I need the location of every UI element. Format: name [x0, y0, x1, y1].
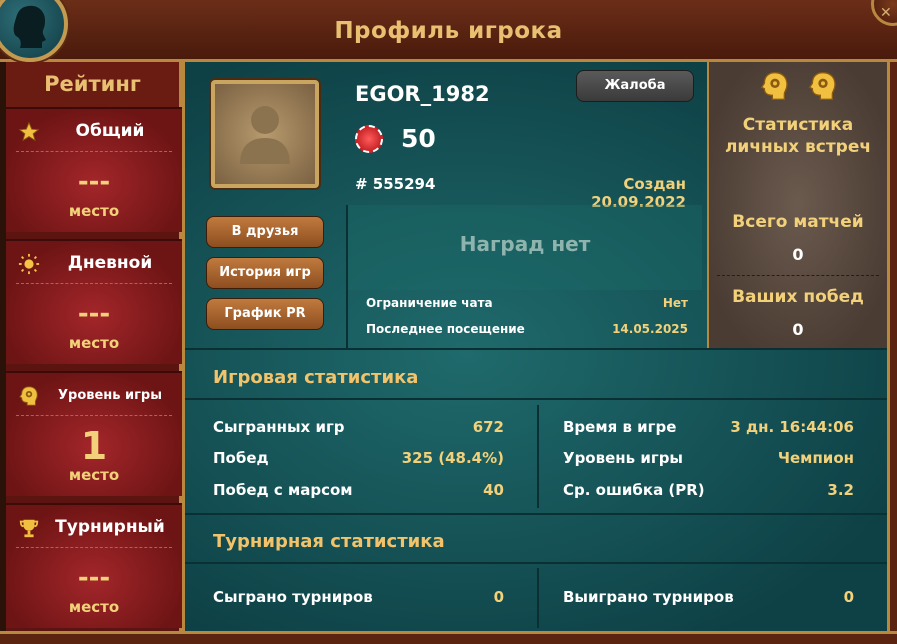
awards-area: Наград нет [346, 205, 702, 290]
poker-chip-icon [355, 125, 383, 153]
game-stats-title: Игровая статистика [213, 367, 419, 388]
rating-overall-value: --- [77, 167, 111, 197]
profile-info: Ограничение чата Нет Последнее посещение… [346, 290, 702, 348]
stat-time-played: Время в игре 3 дн. 16:44:06 [563, 418, 854, 440]
divider [185, 562, 887, 564]
column-divider [537, 405, 539, 508]
head-to-head-panel: Статистика личных встреч Всего матчей 0 … [707, 62, 887, 348]
stat-value: 40 [483, 481, 504, 499]
info-key: Ограничение чата [366, 296, 493, 310]
close-icon: ✕ [880, 5, 892, 21]
right-frame [887, 62, 897, 644]
tournament-stats-title: Турнирная статистика [213, 531, 445, 552]
rating-tournament-place: место [68, 598, 120, 616]
player-rating: 50 [401, 124, 436, 153]
stat-avg-error: Ср. ошибка (PR) 3.2 [563, 481, 854, 503]
divider [185, 513, 887, 515]
divider [16, 151, 172, 152]
info-value: 14.05.2025 [612, 322, 688, 336]
stat-key: Побед [213, 449, 269, 467]
rating-level[interactable]: Уровень игры 1 место [6, 371, 182, 496]
chat-restriction-row: Ограничение чата Нет [366, 296, 688, 314]
brain-gear-icon [808, 71, 836, 100]
divider [16, 283, 172, 284]
star-icon [18, 121, 40, 142]
stat-key: Уровень игры [563, 449, 683, 467]
rating-level-value: 1 [80, 424, 108, 468]
rating-tournament-label: Турнирный [55, 517, 165, 537]
stat-key: Время в игре [563, 418, 677, 436]
divider [185, 398, 887, 400]
column-divider [537, 568, 539, 628]
h2h-title: Статистика личных встреч [724, 115, 872, 157]
rating-daily-label: Дневной [67, 253, 153, 273]
trophy-icon [19, 519, 39, 538]
header-bar: Профиль игрока [0, 0, 897, 62]
stat-tournaments-played: Сыграно турниров 0 [213, 588, 504, 610]
stat-value: 0 [493, 588, 504, 606]
bottom-frame [0, 631, 897, 644]
h2h-wins-value: 0 [792, 320, 804, 339]
info-value: Нет [662, 296, 688, 310]
stat-gammon-wins: Побед с марсом 40 [213, 481, 504, 503]
game-history-button[interactable]: История игр [206, 257, 324, 289]
stat-key: Выиграно турниров [563, 588, 734, 606]
info-key: Последнее посещение [366, 322, 525, 336]
stat-key: Побед с марсом [213, 481, 353, 499]
stat-tournaments-won: Выиграно турниров 0 [563, 588, 854, 610]
stat-value: Чемпион [777, 449, 854, 467]
rating-overall[interactable]: Общий --- место [6, 107, 182, 232]
stat-key: Сыграно турниров [213, 588, 373, 606]
stat-key: Сыгранных игр [213, 418, 345, 436]
brain-gear-icon [760, 71, 788, 100]
h2h-total-value: 0 [792, 245, 804, 264]
rating-overall-place: место [68, 202, 120, 220]
h2h-wins-label: Ваших побед [732, 287, 864, 307]
user-silhouette-icon [13, 5, 47, 48]
profile-photo[interactable] [211, 80, 319, 188]
rating-tournament[interactable]: Турнирный --- место [6, 503, 182, 628]
rating-overall-label: Общий [75, 121, 145, 141]
stat-value: 3 дн. 16:44:06 [730, 418, 854, 436]
awards-empty-text: Наград нет [459, 232, 591, 256]
pr-chart-button[interactable]: График PR [206, 298, 324, 330]
page-title: Профиль игрока [334, 18, 563, 44]
stat-value: 672 [472, 418, 504, 436]
player-name: EGOR_1982 [355, 82, 490, 106]
user-placeholder-icon [240, 106, 290, 164]
add-friend-button[interactable]: В друзья [206, 216, 324, 248]
stat-games-played: Сыгранных игр 672 [213, 418, 504, 440]
player-id: # 555294 [355, 175, 436, 193]
divider [16, 415, 172, 416]
rating-tournament-value: --- [77, 563, 111, 593]
h2h-icons [709, 68, 887, 106]
rating-level-label: Уровень игры [58, 388, 162, 403]
rating-daily-value: --- [77, 299, 111, 329]
stat-value: 325 (48.4%) [401, 449, 504, 467]
divider [185, 348, 887, 350]
complain-button[interactable]: Жалоба [576, 70, 694, 102]
stat-wins: Побед 325 (48.4%) [213, 449, 504, 471]
rating-title: Рейтинг [6, 62, 179, 107]
rating-level-place: место [68, 466, 120, 484]
stat-value: 0 [843, 588, 854, 606]
last-visit-row: Последнее посещение 14.05.2025 [366, 322, 688, 340]
rating-daily-place: место [68, 334, 120, 352]
divider [16, 547, 172, 548]
brain-gear-icon [19, 386, 38, 406]
rating-daily[interactable]: Дневной --- место [6, 239, 182, 364]
h2h-total-label: Всего матчей [732, 212, 864, 232]
sun-icon [18, 253, 40, 275]
stat-game-level: Уровень игры Чемпион [563, 449, 854, 471]
rating-panel: Рейтинг Общий --- место Дневной --- мест… [6, 62, 182, 644]
stat-value: 3.2 [827, 481, 854, 499]
divider [717, 275, 879, 276]
stat-key: Ср. ошибка (PR) [563, 481, 705, 499]
